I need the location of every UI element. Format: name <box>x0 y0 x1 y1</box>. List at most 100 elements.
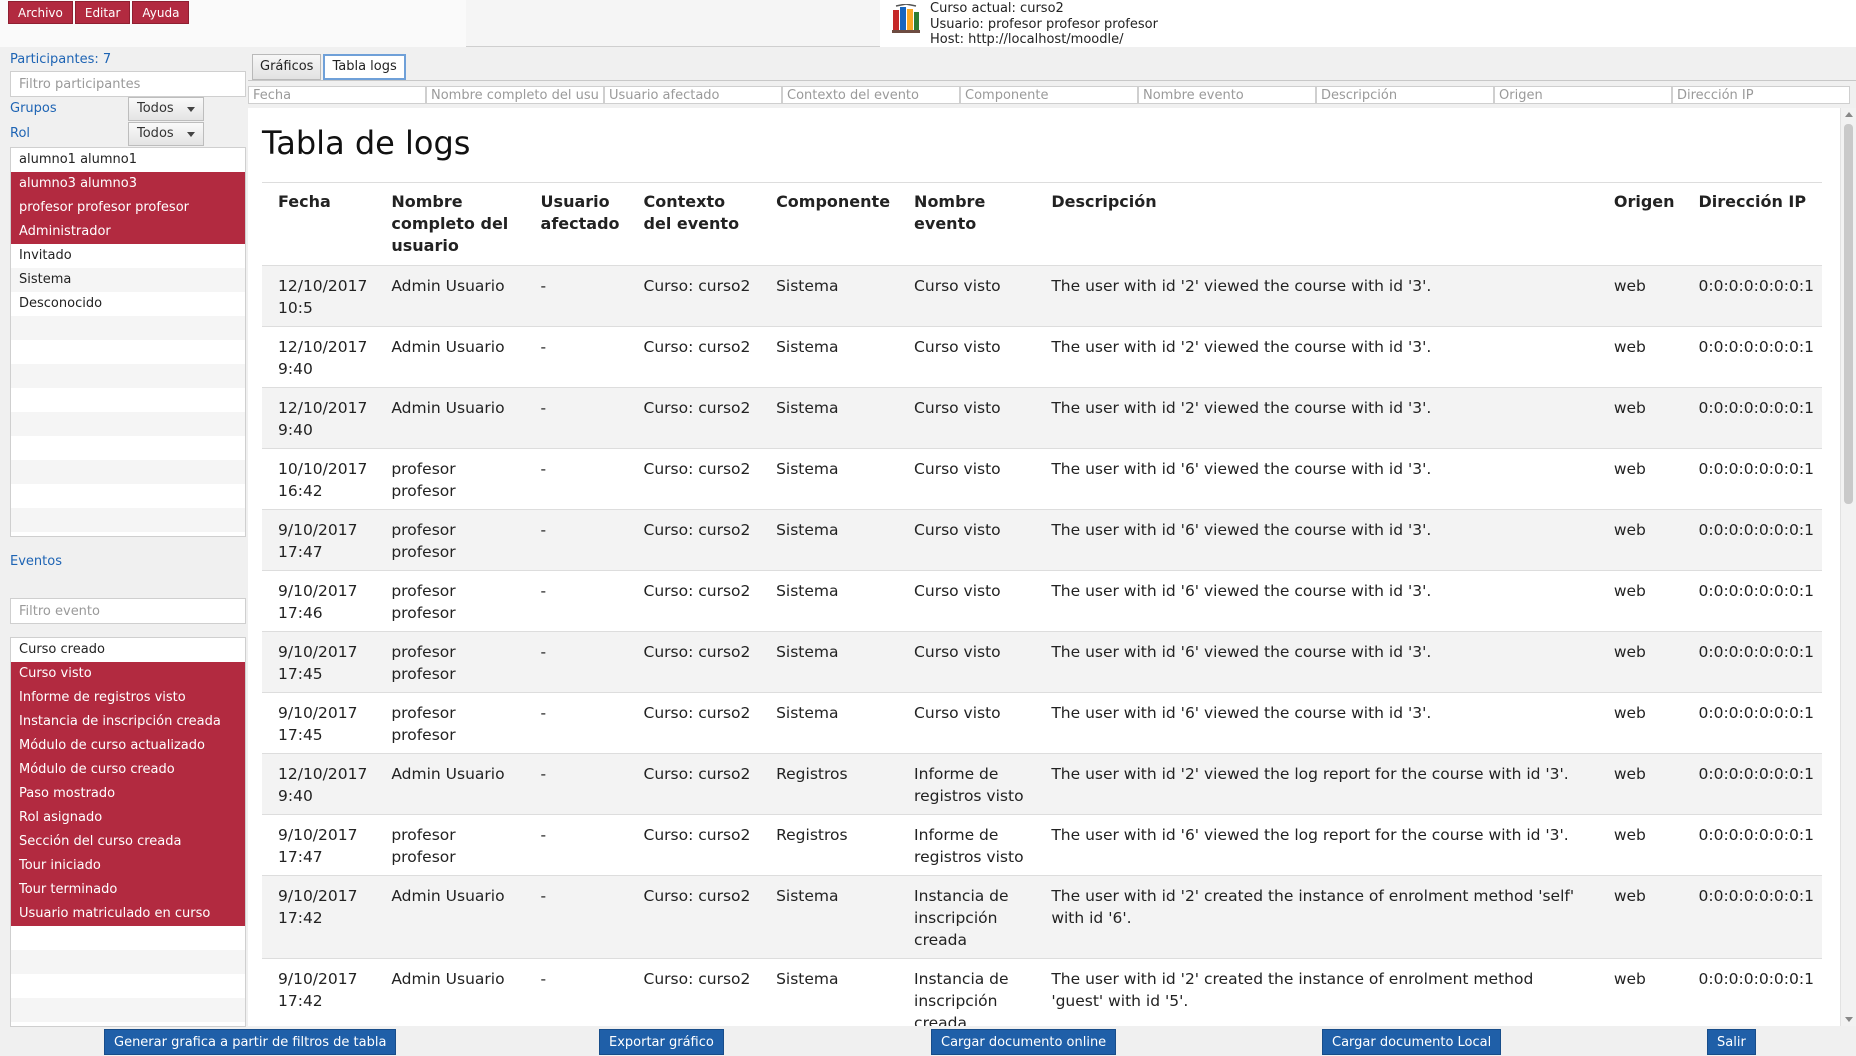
chevron-down-icon <box>187 132 195 137</box>
event-item[interactable]: Rol asignado <box>11 806 245 830</box>
table-row[interactable]: 12/10/2017 9:40 Admin Usuario - Curso: curs… <box>262 387 1822 449</box>
table-cell: web <box>1597 753 1683 815</box>
column-filter-input[interactable] <box>960 86 1138 104</box>
column-filter-input[interactable] <box>248 86 426 104</box>
scrollbar-thumb[interactable] <box>1844 124 1853 504</box>
table-cell: The user with id '2' viewed the course w… <box>1035 265 1598 327</box>
participants-count-label: Participantes: 7 <box>10 52 112 67</box>
table-cell: Curso: curso2 <box>627 753 761 815</box>
table-cell: 9/10/2017 17:47 <box>262 509 376 571</box>
table-cell: Curso: curso2 <box>627 875 761 959</box>
load-local-button[interactable]: Cargar documento Local <box>1322 1029 1502 1055</box>
menu-archivo[interactable]: Archivo <box>8 1 73 24</box>
menu-ayuda[interactable]: Ayuda <box>132 1 190 24</box>
event-item[interactable]: Módulo de curso actualizado <box>11 734 245 758</box>
events-list[interactable]: Curso creado Curso visto Informe de regist… <box>10 637 246 1027</box>
participant-item[interactable]: Desconocido <box>11 292 245 316</box>
generate-chart-button[interactable]: Generar grafica a partir de filtros de t… <box>104 1029 397 1055</box>
table-cell: The user with id '2' viewed the log repo… <box>1035 753 1598 815</box>
event-item[interactable]: Curso visto <box>11 662 245 686</box>
event-item[interactable]: Módulo de curso creado <box>11 758 245 782</box>
vertical-scrollbar[interactable] <box>1840 108 1856 1026</box>
role-label: Rol <box>10 126 31 141</box>
table-cell: Admin Usuario <box>375 326 525 388</box>
column-header: Fecha <box>262 182 376 266</box>
tab-graficos[interactable]: Gráficos <box>252 54 322 80</box>
column-header: Dirección IP <box>1682 182 1822 266</box>
table-cell: Registros <box>760 753 899 815</box>
table-row[interactable]: 10/10/2017 16:42 profesor profesor - Curso:… <box>262 448 1822 510</box>
export-chart-button[interactable]: Exportar gráfico <box>599 1029 724 1055</box>
scroll-up-arrow-icon[interactable] <box>1845 112 1853 117</box>
column-filter-input[interactable] <box>604 86 782 104</box>
empty-list-row <box>11 436 245 460</box>
participant-item[interactable]: Sistema <box>11 268 245 292</box>
table-cell: Curso: curso2 <box>627 448 761 510</box>
column-filter-input[interactable] <box>1316 86 1494 104</box>
participant-item[interactable]: Invitado <box>11 244 245 268</box>
table-cell: 0:0:0:0:0:0:0:1 <box>1682 448 1822 510</box>
table-cell: web <box>1597 814 1683 876</box>
table-cell: 0:0:0:0:0:0:0:1 <box>1682 631 1822 693</box>
event-item[interactable]: Tour iniciado <box>11 854 245 878</box>
participant-item[interactable]: alumno1 alumno1 <box>11 148 245 172</box>
chevron-down-icon <box>187 107 195 112</box>
column-header: Contexto del evento <box>627 182 761 266</box>
participants-filter-input[interactable] <box>10 71 246 97</box>
table-row[interactable]: 12/10/2017 9:40 Admin Usuario - Curso: curs… <box>262 753 1822 815</box>
menubar: Archivo Editar Ayuda <box>8 1 190 24</box>
table-row[interactable]: 9/10/2017 17:46 profesor profesor - Curso: … <box>262 570 1822 632</box>
column-filter-input[interactable] <box>1138 86 1316 104</box>
event-item[interactable]: Informe de registros visto <box>11 686 245 710</box>
table-cell: Curso: curso2 <box>627 265 761 327</box>
participant-item[interactable]: profesor profesor profesor <box>11 196 245 220</box>
table-row[interactable]: 12/10/2017 10:5 Admin Usuario - Curso: curs… <box>262 265 1822 327</box>
load-online-button[interactable]: Cargar documento online <box>931 1029 1117 1055</box>
participants-list[interactable]: alumno1 alumno1 alumno3 alumno3 profesor p… <box>10 147 246 537</box>
logs-table: Fecha Nombre completo del usuario Usuario … <box>262 182 1822 1026</box>
role-select[interactable]: Todos <box>128 122 204 146</box>
table-row[interactable]: 9/10/2017 17:42 Admin Usuario - Curso: curs… <box>262 875 1822 959</box>
event-item[interactable]: Curso creado <box>11 638 245 662</box>
books-logo-icon <box>892 4 920 33</box>
table-cell: Curso visto <box>898 326 1036 388</box>
table-cell: profesor profesor <box>375 692 525 754</box>
table-row[interactable]: 12/10/2017 9:40 Admin Usuario - Curso: curs… <box>262 326 1822 388</box>
table-cell: Admin Usuario <box>375 958 525 1026</box>
tab-tabla-logs[interactable]: Tabla logs <box>323 54 406 80</box>
column-filter-input[interactable] <box>426 86 604 104</box>
page-title: Tabla de logs <box>262 124 471 162</box>
table-row[interactable]: 9/10/2017 17:42 Admin Usuario - Curso: curs… <box>262 958 1822 1026</box>
event-item[interactable]: Paso mostrado <box>11 782 245 806</box>
table-row[interactable]: 9/10/2017 17:47 profesor profesor - Curso: … <box>262 814 1822 876</box>
table-cell: Instancia de inscripción creada <box>898 875 1036 959</box>
event-item[interactable]: Sección del curso creada <box>11 830 245 854</box>
column-filter-input[interactable] <box>1672 86 1850 104</box>
left-panel: Participantes: 7 Grupos Todos Rol Todos … <box>0 48 248 1033</box>
participant-item[interactable]: alumno3 alumno3 <box>11 172 245 196</box>
table-row[interactable]: 9/10/2017 17:47 profesor profesor - Curso: … <box>262 509 1822 571</box>
column-filter-input[interactable] <box>1494 86 1672 104</box>
empty-list-row <box>11 460 245 484</box>
table-cell: profesor profesor <box>375 448 525 510</box>
table-cell: Sistema <box>760 570 899 632</box>
events-filter-input[interactable] <box>10 598 246 624</box>
event-item[interactable]: Instancia de inscripción creada <box>11 710 245 734</box>
event-item[interactable]: Usuario matriculado en curso <box>11 902 245 926</box>
table-cell: 0:0:0:0:0:0:0:1 <box>1682 265 1822 327</box>
table-row[interactable]: 9/10/2017 17:45 profesor profesor - Curso: … <box>262 631 1822 693</box>
column-filter-input[interactable] <box>782 86 960 104</box>
table-row[interactable]: 9/10/2017 17:45 profesor profesor - Curso: … <box>262 692 1822 754</box>
table-cell: - <box>524 387 628 449</box>
event-item[interactable]: Tour terminado <box>11 878 245 902</box>
table-cell: Admin Usuario <box>375 387 525 449</box>
exit-button[interactable]: Salir <box>1707 1029 1756 1055</box>
scroll-down-arrow-icon[interactable] <box>1845 1017 1853 1022</box>
table-cell: profesor profesor <box>375 509 525 571</box>
menu-editar[interactable]: Editar <box>74 1 131 24</box>
table-cell: Sistema <box>760 509 899 571</box>
groups-select[interactable]: Todos <box>128 97 204 121</box>
current-user: Usuario: profesor profesor profesor <box>930 16 1158 32</box>
tab-bar: Gráficos Tabla logs <box>252 54 406 80</box>
participant-item[interactable]: Administrador <box>11 220 245 244</box>
